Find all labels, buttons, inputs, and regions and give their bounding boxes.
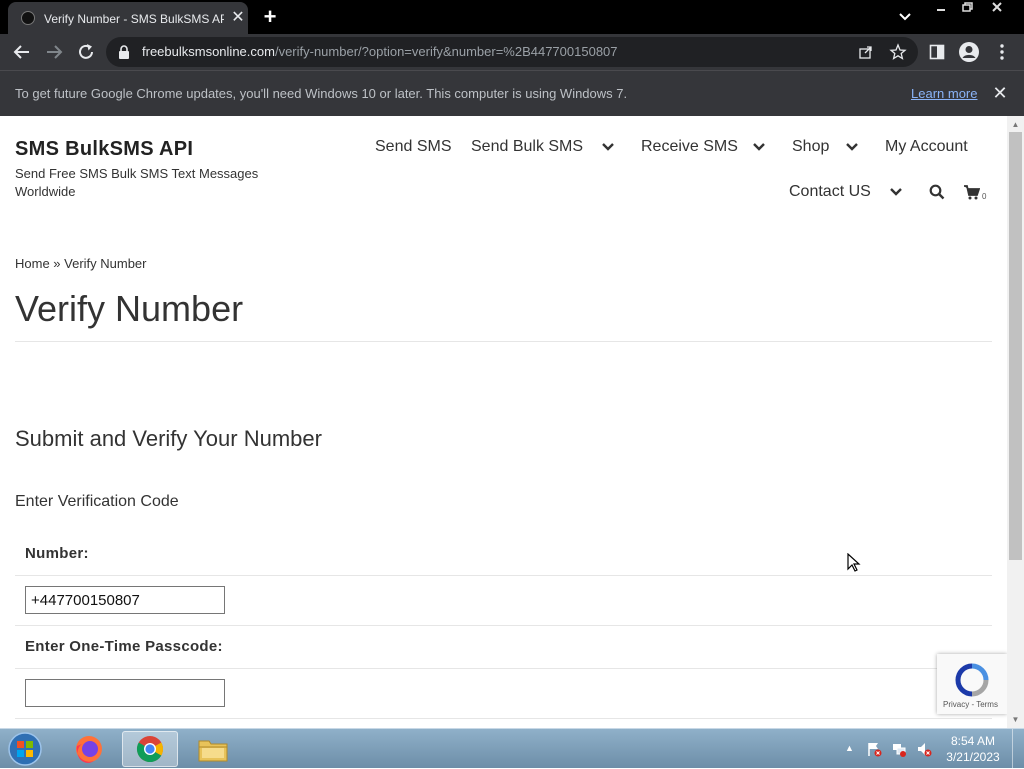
url-text[interactable]: freebulksmsonline.com/verify-number/?opt…: [142, 44, 618, 60]
bookmark-star-icon[interactable]: [889, 43, 907, 61]
reload-icon[interactable]: [74, 40, 98, 64]
url-path: /verify-number/?option=verify&number=%2B…: [274, 44, 618, 59]
chrome-icon: [136, 736, 164, 763]
form-divider: [15, 625, 992, 626]
number-field[interactable]: [25, 586, 225, 614]
nav-contact-us[interactable]: Contact US: [789, 182, 871, 202]
site-tagline: Send Free SMS Bulk SMS Text Messages Wor…: [15, 166, 259, 199]
taskbar-chrome[interactable]: [122, 731, 178, 767]
mouse-cursor-icon: [847, 553, 861, 572]
search-icon[interactable]: [929, 184, 945, 200]
windows-start-icon[interactable]: [6, 731, 44, 767]
chevron-down-icon[interactable]: [752, 142, 766, 152]
network-icon[interactable]: [891, 741, 907, 757]
recaptcha-logo-icon: [955, 663, 989, 697]
back-arrow-icon[interactable]: [10, 40, 34, 64]
minimize-window-icon[interactable]: [928, 1, 954, 17]
infobar-message: To get future Google Chrome updates, you…: [15, 86, 628, 101]
clock-date[interactable]: 3/21/2023: [945, 750, 1001, 764]
taskbar-explorer[interactable]: [186, 731, 242, 767]
nav-my-account[interactable]: My Account: [885, 137, 968, 157]
side-panel-icon[interactable]: [929, 44, 945, 60]
chevron-down-icon[interactable]: [601, 142, 615, 152]
nav-send-bulk-sms[interactable]: Send Bulk SMS: [471, 137, 583, 157]
otp-label: Enter One-Time Passcode:: [25, 638, 223, 655]
browser-toolbar: freebulksmsonline.com/verify-number/?opt…: [0, 34, 1024, 70]
title-divider: [15, 341, 992, 342]
restore-window-icon[interactable]: [954, 1, 980, 17]
browser-tab[interactable]: Verify Number - SMS BulkSMS API ✕: [8, 2, 248, 34]
cart-count: 0: [982, 192, 987, 201]
chrome-menu-icon[interactable]: [995, 43, 1009, 61]
folder-icon: [198, 740, 228, 762]
nav-shop[interactable]: Shop: [792, 137, 829, 157]
recaptcha-badge[interactable]: Privacy - Terms: [937, 654, 1007, 714]
learn-more-link[interactable]: Learn more: [911, 86, 977, 102]
scroll-down-arrow-icon[interactable]: ▼: [1007, 712, 1024, 728]
share-icon[interactable]: [858, 44, 874, 60]
page-title: Verify Number: [15, 288, 244, 329]
update-infobar: To get future Google Chrome updates, you…: [0, 70, 1024, 116]
section-heading: Submit and Verify Your Number: [15, 426, 322, 451]
scroll-up-arrow-icon[interactable]: ▲: [1007, 116, 1024, 132]
otp-field[interactable]: [25, 679, 225, 707]
breadcrumb[interactable]: Home » Verify Number: [15, 256, 147, 271]
windows-taskbar: ▲ 8:54 AM 3/21/2023: [0, 728, 1024, 769]
tab-close-icon[interactable]: ✕: [229, 9, 247, 27]
number-label: Number:: [25, 545, 89, 562]
site-title[interactable]: SMS BulkSMS API: [15, 138, 193, 161]
form-divider: [15, 668, 992, 669]
form-divider: [15, 575, 992, 576]
volume-muted-icon[interactable]: [916, 741, 932, 757]
new-tab-button[interactable]: +: [258, 5, 282, 29]
browser-title-bar: Verify Number - SMS BulkSMS API ✕ +: [0, 0, 1024, 34]
chevron-down-icon[interactable]: [845, 142, 859, 152]
clock-time[interactable]: 8:54 AM: [945, 734, 1001, 748]
url-host: freebulksmsonline.com: [142, 44, 275, 59]
page-viewport: SMS BulkSMS API Send Free SMS Bulk SMS T…: [0, 116, 1007, 728]
form-divider: [15, 718, 992, 719]
infobar-close-icon[interactable]: ✕: [990, 83, 1010, 103]
site-favicon-icon: [21, 11, 35, 25]
chevron-down-icon[interactable]: [889, 187, 903, 197]
forward-arrow-icon[interactable]: [42, 40, 66, 64]
show-desktop-button[interactable]: [1012, 729, 1024, 769]
shopping-cart-icon[interactable]: [963, 185, 980, 200]
nav-receive-sms[interactable]: Receive SMS: [641, 137, 738, 157]
verification-instruction: Enter Verification Code: [15, 493, 179, 510]
tab-search-chevron-icon[interactable]: [895, 7, 915, 27]
taskbar-firefox[interactable]: [62, 731, 118, 767]
recaptcha-privacy-terms[interactable]: Privacy - Terms: [943, 700, 998, 709]
firefox-icon: [76, 736, 102, 763]
tray-expand-icon[interactable]: ▲: [845, 743, 854, 753]
scrollbar-thumb[interactable]: [1009, 132, 1022, 560]
close-window-icon[interactable]: [984, 1, 1010, 17]
tab-title: Verify Number - SMS BulkSMS API: [44, 12, 224, 26]
nav-send-sms[interactable]: Send SMS: [375, 137, 451, 157]
lock-icon[interactable]: [118, 45, 130, 59]
profile-avatar-icon[interactable]: [958, 41, 980, 63]
address-bar[interactable]: freebulksmsonline.com/verify-number/?opt…: [106, 37, 918, 67]
page-scrollbar[interactable]: ▲ ▼: [1007, 116, 1024, 728]
action-center-flag-icon[interactable]: [866, 741, 882, 757]
